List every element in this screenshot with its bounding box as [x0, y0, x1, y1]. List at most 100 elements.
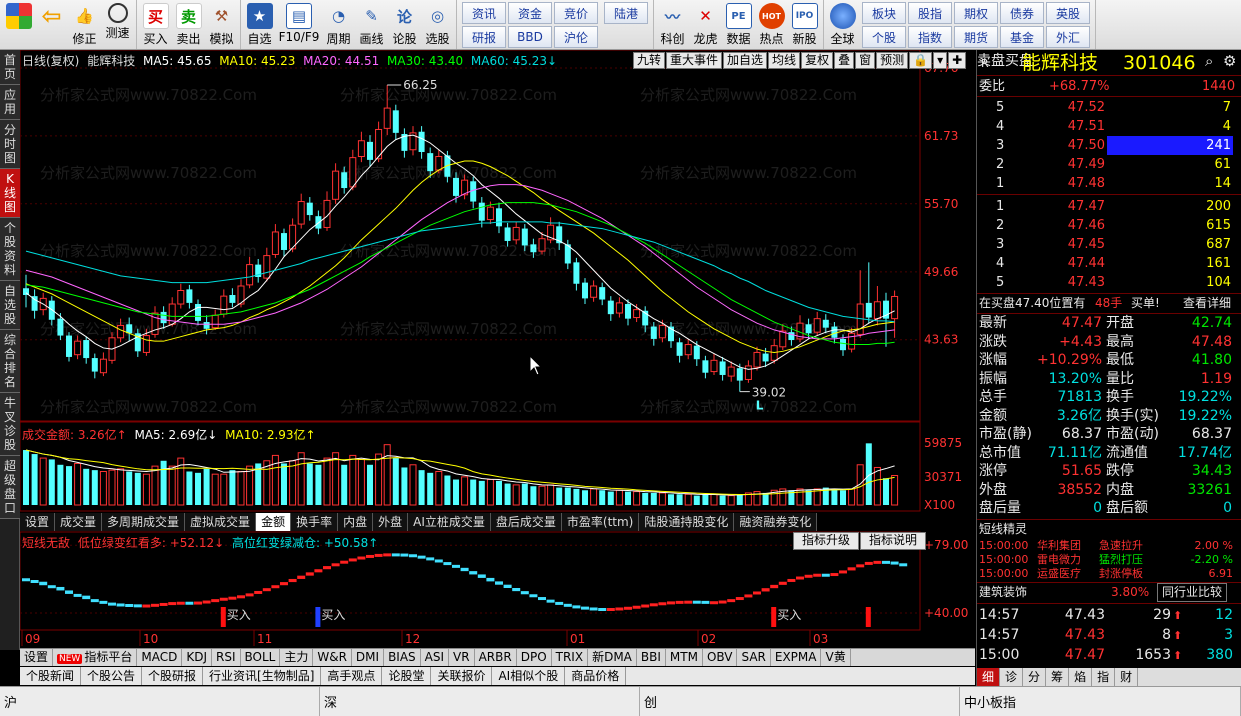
indicator-button-0[interactable]: 指标升级: [793, 532, 860, 550]
info-tab-2[interactable]: 个股研报: [142, 667, 204, 685]
volume-subtab-6[interactable]: 内盘: [338, 513, 374, 531]
quote-tab-6[interactable]: 财: [1115, 668, 1139, 686]
volume-subtab-7[interactable]: 外盘: [373, 513, 409, 531]
indicator-tab-6[interactable]: 主力: [280, 649, 314, 666]
indicator-tab-17[interactable]: MTM: [666, 649, 703, 666]
indicator-tab-5[interactable]: BOLL: [241, 649, 281, 666]
forum-button[interactable]: 论论股: [388, 0, 421, 49]
mini-button[interactable]: 英股: [1046, 2, 1090, 24]
volume-subtab-3[interactable]: 虚拟成交量: [185, 513, 257, 531]
indicator-tab-3[interactable]: KDJ: [182, 649, 212, 666]
chart-button-6[interactable]: 窗: [855, 52, 876, 69]
lock-icon[interactable]: 🔒: [909, 52, 933, 69]
indicator-tab-15[interactable]: 新DMA: [588, 649, 637, 666]
volume-subtab-8[interactable]: AI立桩成交量: [408, 513, 491, 531]
back-arrow-button[interactable]: ⇦: [35, 0, 68, 49]
dragon-tiger-button[interactable]: ✕ 龙虎: [689, 0, 722, 49]
clock-button[interactable]: 测速: [101, 0, 134, 49]
market-index-1[interactable]: 深: [320, 687, 640, 716]
pe-data-button[interactable]: PE 数据: [722, 0, 755, 49]
indicator-tab-9[interactable]: BIAS: [384, 649, 421, 666]
chart-button-7[interactable]: 预测: [876, 52, 909, 69]
market-index-3[interactable]: 中小板指: [960, 687, 1241, 716]
market-index-2[interactable]: 创: [640, 687, 960, 716]
quote-tab-4[interactable]: 焰: [1069, 668, 1093, 686]
chart-button-4[interactable]: 复权: [801, 52, 834, 69]
ipo-button[interactable]: IPO 新股: [788, 0, 821, 49]
mini-button[interactable]: 板块: [862, 2, 906, 24]
mini-button[interactable]: 个股: [862, 26, 906, 48]
quote-tab-2[interactable]: 分: [1023, 668, 1047, 686]
kechuang-button[interactable]: 〰科创: [656, 0, 689, 49]
windows-button[interactable]: [2, 0, 35, 49]
sell-button[interactable]: 卖卖出: [172, 0, 205, 49]
chart-button-5[interactable]: 叠: [834, 52, 855, 69]
volume-subtab-5[interactable]: 换手率: [291, 513, 339, 531]
info-tab-5[interactable]: 论股堂: [382, 667, 432, 685]
mini-button[interactable]: 陆港: [604, 2, 648, 24]
left-tab-7[interactable]: 牛叉诊股: [0, 393, 20, 456]
mini-button[interactable]: 外汇: [1046, 26, 1090, 48]
left-tab-1[interactable]: 应用: [0, 85, 20, 120]
volume-subtab-12[interactable]: 融资融券变化: [734, 513, 818, 531]
hot-button[interactable]: HOT 热点: [755, 0, 788, 49]
chart-button-1[interactable]: 重大事件: [666, 52, 723, 69]
indicator-button-1[interactable]: 指标说明: [860, 532, 927, 550]
volume-subtab-9[interactable]: 盘后成交量: [490, 513, 562, 531]
left-tab-8[interactable]: 超级盘口: [0, 456, 20, 519]
indicator-tab-19[interactable]: SAR: [737, 649, 771, 666]
mini-button[interactable]: 期权: [954, 2, 998, 24]
left-tab-4[interactable]: 个股资料: [0, 218, 20, 281]
buy-button[interactable]: 买买入: [139, 0, 172, 49]
mini-button[interactable]: 研报: [462, 26, 506, 48]
quote-tab-1[interactable]: 诊: [1000, 668, 1024, 686]
stock-pick-button[interactable]: ◎ 选股: [421, 0, 454, 49]
left-tab-2[interactable]: 分时图: [0, 120, 20, 169]
globe-button[interactable]: 全球: [826, 0, 859, 49]
mini-button[interactable]: BBD: [508, 26, 552, 48]
indicator-tab-16[interactable]: BBI: [637, 649, 666, 666]
indicator-tab-14[interactable]: TRIX: [552, 649, 589, 666]
indicator-tab-11[interactable]: VR: [449, 649, 475, 666]
left-tab-5[interactable]: 自选股: [0, 281, 20, 330]
indicator-tab-7[interactable]: W&R: [313, 649, 352, 666]
indicator-tab-21[interactable]: V黄: [821, 649, 851, 666]
indicator-tab-20[interactable]: EXPMA: [771, 649, 822, 666]
indicator-tab-13[interactable]: DPO: [517, 649, 552, 666]
info-tab-8[interactable]: 商品价格: [565, 667, 627, 685]
mini-button[interactable]: 资讯: [462, 2, 506, 24]
volume-subtab-11[interactable]: 陆股通持股变化: [639, 513, 735, 531]
pen-button[interactable]: ✎ 画线: [355, 0, 388, 49]
info-tab-6[interactable]: 关联报价: [431, 667, 493, 685]
cycle-button[interactable]: ◔ 周期: [322, 0, 355, 49]
volume-subtab-1[interactable]: 成交量: [55, 513, 103, 531]
indicator-tab-8[interactable]: DMI: [352, 649, 385, 666]
volume-subtab-0[interactable]: 设置: [20, 513, 56, 531]
mini-button[interactable]: 指数: [908, 26, 952, 48]
mini-button[interactable]: 沪伦: [554, 26, 598, 48]
indicator-tab-2[interactable]: MACD: [137, 649, 183, 666]
indicator-tab-0[interactable]: 设置: [20, 649, 54, 666]
f10-button[interactable]: ▤ F10/F9: [276, 0, 322, 49]
indicator-tab-12[interactable]: ARBR: [475, 649, 517, 666]
dropdown-arrow-icon[interactable]: ▾: [933, 52, 948, 69]
mini-button[interactable]: 竞价: [554, 2, 598, 24]
info-tab-7[interactable]: AI相似个股: [492, 667, 566, 685]
mini-button[interactable]: 资金: [508, 2, 552, 24]
star-button[interactable]: ★ 自选: [243, 0, 276, 49]
volume-subtab-4[interactable]: 金额: [256, 513, 292, 531]
info-tab-4[interactable]: 高手观点: [321, 667, 383, 685]
left-tab-0[interactable]: 首页: [0, 50, 20, 85]
quote-tab-3[interactable]: 筹: [1046, 668, 1070, 686]
indicator-tab-1[interactable]: NEW 指标平台: [53, 649, 138, 666]
volume-subtab-10[interactable]: 市盈率(ttm): [561, 513, 640, 531]
info-tab-1[interactable]: 个股公告: [81, 667, 143, 685]
kline-chart-area[interactable]: 分析家公式网www.70822.Com 分析家公式网www.70822.Com 分析…: [20, 50, 975, 650]
left-tab-3[interactable]: K线图: [0, 169, 20, 218]
chart-button-2[interactable]: 加自选: [723, 52, 768, 69]
indicator-tab-18[interactable]: OBV: [703, 649, 738, 666]
quote-tab-5[interactable]: 指: [1092, 668, 1116, 686]
thumb-up-button[interactable]: 👍 修正: [68, 0, 101, 49]
pin-icon[interactable]: ✚: [948, 52, 967, 69]
chart-button-3[interactable]: 均线: [768, 52, 801, 69]
